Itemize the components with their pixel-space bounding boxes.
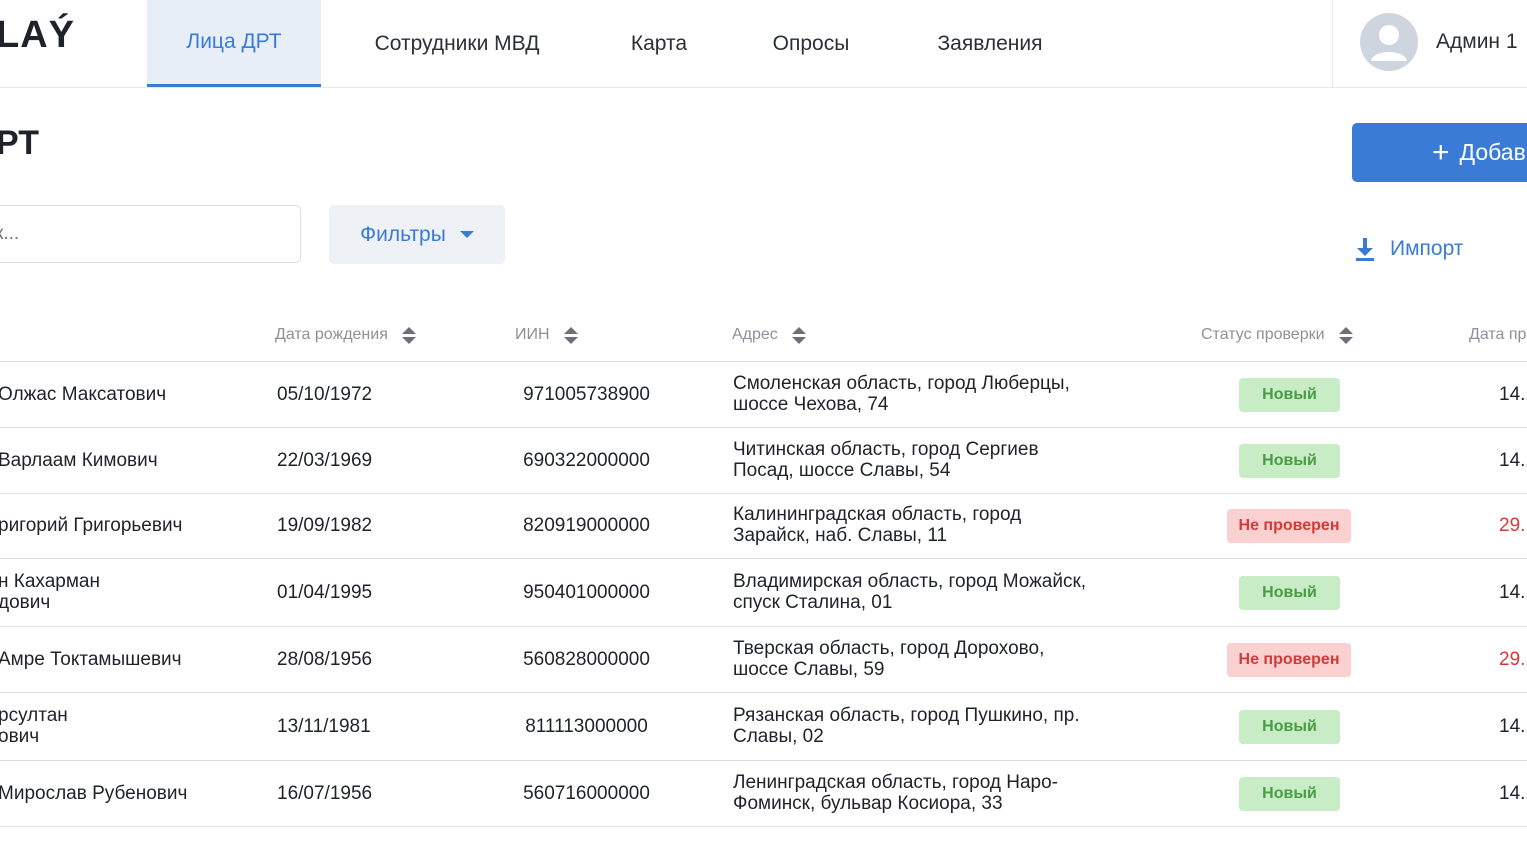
cell-name: Варлаам Кимович [0,450,158,471]
table-row[interactable]: Амре Токтамышевич 28/08/1956 560828000000 Т… [0,627,1527,692]
import-button-label: Импорт [1390,237,1464,260]
cell-check-date: 14.1 [1499,384,1527,405]
cell-address-line2: Славы, 02 [733,726,824,747]
cell-check-date: 14.1 [1499,450,1527,471]
add-button[interactable]: + Добав [1352,123,1527,182]
cell-name: ригорий Григорьевич [0,515,183,536]
column-header-label: Дата пр [1469,326,1527,343]
cell-address: Калининградская область, город [733,504,1022,525]
search-input[interactable] [0,205,301,263]
cell-iin: 690322000000 [523,450,650,471]
caret-down-icon [459,231,474,238]
column-header-label: Адрес [732,326,778,343]
table-row[interactable]: рсултан ович 13/11/1981 811113000000 Рязанск… [0,693,1527,760]
cell-check-date: 14.1 [1499,582,1527,603]
tab-applications[interactable]: Заявления [908,0,1072,87]
cell-address: Владимирская область, город Можайск, [733,571,1087,592]
tab-map[interactable]: Карта [600,0,718,87]
sort-icon[interactable] [401,326,416,344]
table-row[interactable]: Варлаам Кимович 22/03/1969 690322000000 Чит… [0,428,1527,493]
cell-iin: 820919000000 [523,515,650,536]
column-header-iin[interactable]: ИИН [515,326,578,344]
table-divider [0,826,1527,827]
column-header-address[interactable]: Адрес [732,326,806,344]
cell-iin: 560716000000 [523,783,650,804]
cell-birth-date: 01/04/1995 [277,582,373,603]
status-badge: Новый [1239,444,1340,478]
cell-address: Ленинградская область, город Наро- [733,772,1058,793]
cell-address-line2: Посад, шоссе Славы, 54 [733,460,951,481]
column-header-date[interactable]: Дата пр [1469,326,1526,344]
plus-icon: + [1432,135,1450,169]
add-button-label: Добав [1459,139,1526,165]
cell-iin: 811113000000 [525,716,648,737]
filters-button[interactable]: Фильтры [329,205,505,264]
cell-address-line2: спуск Сталина, 01 [733,592,893,613]
cell-check-date: 14.1 [1499,716,1527,737]
cell-name: рсултан [0,705,68,726]
status-badge: Не проверен [1227,509,1351,543]
status-badge: Новый [1239,777,1340,811]
status-badge: Новый [1239,710,1340,744]
sort-icon[interactable] [563,326,578,344]
status-badge: Новый [1239,378,1340,412]
page-title: РТ [0,124,39,162]
avatar-icon[interactable] [1360,13,1418,71]
cell-birth-date: 22/03/1969 [277,450,373,471]
cell-check-date: 29.1 [1499,649,1527,670]
cell-address: Тверская область, город Дорохово, [733,638,1045,659]
table-row[interactable]: Мирослав Рубенович 16/07/1956 560716000000… [0,761,1527,826]
cell-birth-date: 16/07/1956 [277,783,373,804]
status-badge: Не проверен [1227,643,1351,677]
column-header-label: ИИН [515,326,550,343]
cell-iin: 560828000000 [523,649,650,670]
import-button[interactable]: Импорт [1354,233,1463,265]
download-icon [1356,238,1374,261]
cell-address: Смоленская область, город Люберцы, [733,373,1070,394]
cell-address-line2: шоссе Чехова, 74 [733,394,889,415]
table-row[interactable]: н Кахарман дович 01/04/1995 950401000000 Вла… [0,559,1527,626]
column-header-birth-date[interactable]: Дата рождения [275,326,416,344]
cell-name-line2: ович [0,726,40,747]
cell-birth-date: 19/09/1982 [277,515,373,536]
cell-birth-date: 05/10/1972 [277,384,373,405]
user-menu[interactable]: Админ 1 [1332,0,1527,87]
cell-check-date: 14.1 [1499,783,1527,804]
status-badge: Новый [1239,576,1340,610]
cell-birth-date: 28/08/1956 [277,649,373,670]
top-navigation: LAÝ Лица ДРТ Сотрудники МВД Карта Опросы… [0,0,1527,88]
app-logo[interactable]: LAÝ [0,14,75,57]
cell-name: Олжас Максатович [0,384,167,405]
cell-address-line2: Зарайск, наб. Славы, 11 [733,525,948,546]
sort-icon[interactable] [1338,326,1353,344]
filters-button-label: Фильтры [360,222,446,246]
tab-surveys[interactable]: Опросы [744,0,878,87]
cell-address: Рязанская область, город Пушкино, пр. [733,705,1080,726]
cell-address-line2: шоссе Славы, 59 [733,659,885,680]
table-row[interactable]: ригорий Григорьевич 19/09/1982 82091900000… [0,494,1527,558]
cell-address-line2: Фоминск, бульвар Косиора, 33 [733,793,1003,814]
cell-birth-date: 13/11/1981 [277,716,371,737]
column-header-status[interactable]: Статус проверки [1201,326,1353,344]
cell-name-line2: дович [0,592,51,613]
column-header-label: Статус проверки [1201,326,1325,343]
table-row[interactable]: Олжас Максатович 05/10/1972 971005738900 См… [0,362,1527,427]
cell-name: Мирослав Рубенович [0,783,188,804]
cell-name: Амре Токтамышевич [0,649,182,670]
cell-iin: 950401000000 [523,582,650,603]
tab-mvd-employees[interactable]: Сотрудники МВД [340,0,574,87]
cell-check-date: 29.1 [1499,515,1527,536]
column-header-label: Дата рождения [275,326,388,343]
cell-iin: 971005738900 [523,384,650,405]
tab-persons-drt[interactable]: Лица ДРТ [147,0,321,87]
sort-icon[interactable] [791,326,806,344]
cell-address: Читинская область, город Сергиев [733,439,1039,460]
cell-name: н Кахарман [0,571,100,592]
user-name[interactable]: Админ 1 [1436,30,1518,54]
